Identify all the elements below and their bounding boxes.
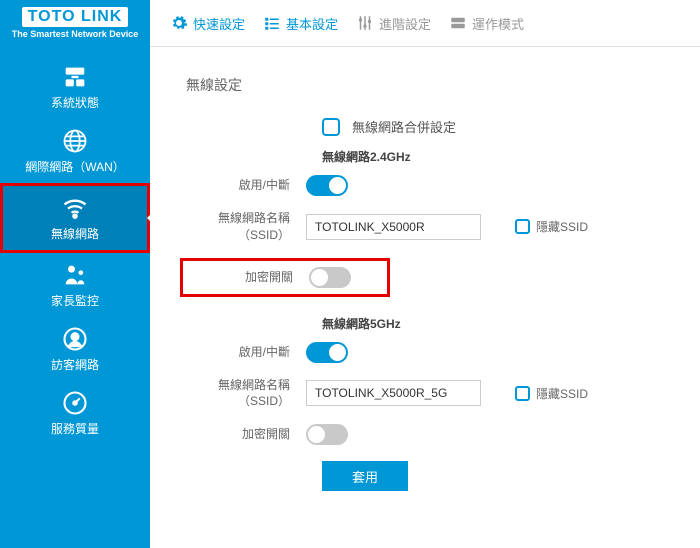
encrypt-5g-label: 加密開關 (186, 426, 306, 443)
apply-button[interactable]: 套用 (322, 461, 408, 491)
sidebar-item-wan[interactable]: 網際網路（WAN） (0, 119, 150, 183)
ssid-24g-input[interactable] (306, 214, 481, 240)
merge-row: 無線網路合併設定 (322, 117, 680, 136)
globe-icon (61, 127, 89, 155)
list-icon (263, 14, 281, 32)
nav-quick[interactable]: 快速設定 (170, 14, 245, 33)
nav-basic[interactable]: 基本設定 (263, 14, 338, 33)
sidebar-item-qos[interactable]: 服務質量 (0, 381, 150, 445)
nav-mode[interactable]: 運作模式 (449, 14, 524, 33)
enable-24g-label: 啟用/中斷 (186, 177, 306, 194)
nav-advanced[interactable]: 進階設定 (356, 14, 431, 33)
sidebar-item-label: 家長監控 (51, 292, 99, 309)
section-24g-title: 無線網路2.4GHz (322, 148, 680, 165)
enable-5g-label: 啟用/中斷 (186, 344, 306, 361)
merge-checkbox[interactable] (322, 118, 340, 136)
sidebar-item-guest[interactable]: 訪客網路 (0, 317, 150, 381)
sidebar-item-label: 無線網路 (51, 225, 99, 242)
highlight-box-encrypt: 加密開關 (180, 258, 390, 297)
main-content: 無線設定 無線網路合併設定 無線網路2.4GHz 啟用/中斷 無線網路名稱（SS… (150, 47, 700, 548)
gauge-icon (61, 389, 89, 417)
ssid-24g-label: 無線網路名稱（SSID） (186, 210, 306, 244)
logo: TOTO LINK The Smartest Network Device (0, 0, 150, 47)
page-title: 無線設定 (186, 75, 680, 95)
sidebar-item-label: 網際網路（WAN） (25, 158, 125, 175)
enable-24g-toggle[interactable] (306, 175, 348, 196)
hide-ssid-5g-label: 隱藏SSID (536, 385, 588, 402)
sidebar-item-label: 訪客網路 (51, 356, 99, 373)
ssid-5g-input[interactable] (306, 380, 481, 406)
sidebar-item-label: 系統狀態 (51, 94, 99, 111)
sliders-icon (356, 14, 374, 32)
sidebar-item-label: 服務質量 (51, 420, 99, 437)
encrypt-24g-toggle[interactable] (309, 267, 351, 288)
gear-icon (170, 14, 188, 32)
encrypt-24g-label: 加密開關 (183, 269, 309, 286)
status-icon (61, 63, 89, 91)
hide-ssid-24g-label: 隱藏SSID (536, 218, 588, 235)
top-nav: 快速設定 基本設定 進階設定 運作模式 (150, 14, 524, 33)
wifi-icon (61, 194, 89, 222)
highlight-box-wireless: 無線網路 (0, 183, 150, 253)
encrypt-5g-toggle[interactable] (306, 424, 348, 445)
logo-text: TOTO LINK (22, 7, 129, 27)
sidebar: 系統狀態 網際網路（WAN） 無線網路 家長監控 訪客網路 服務質量 (0, 47, 150, 548)
header: TOTO LINK The Smartest Network Device 快速… (0, 0, 700, 47)
hide-ssid-5g-checkbox[interactable] (515, 386, 530, 401)
enable-5g-toggle[interactable] (306, 342, 348, 363)
merge-label: 無線網路合併設定 (352, 117, 456, 136)
guest-icon (61, 325, 89, 353)
sidebar-item-parental[interactable]: 家長監控 (0, 253, 150, 317)
section-5g-title: 無線網路5GHz (322, 315, 680, 332)
mode-icon (449, 14, 467, 32)
sidebar-item-status[interactable]: 系統狀態 (0, 55, 150, 119)
sidebar-item-wireless[interactable]: 無線網路 (0, 183, 150, 253)
parental-icon (61, 261, 89, 289)
ssid-5g-label: 無線網路名稱（SSID） (186, 377, 306, 411)
logo-tagline: The Smartest Network Device (12, 29, 139, 39)
hide-ssid-24g-checkbox[interactable] (515, 219, 530, 234)
